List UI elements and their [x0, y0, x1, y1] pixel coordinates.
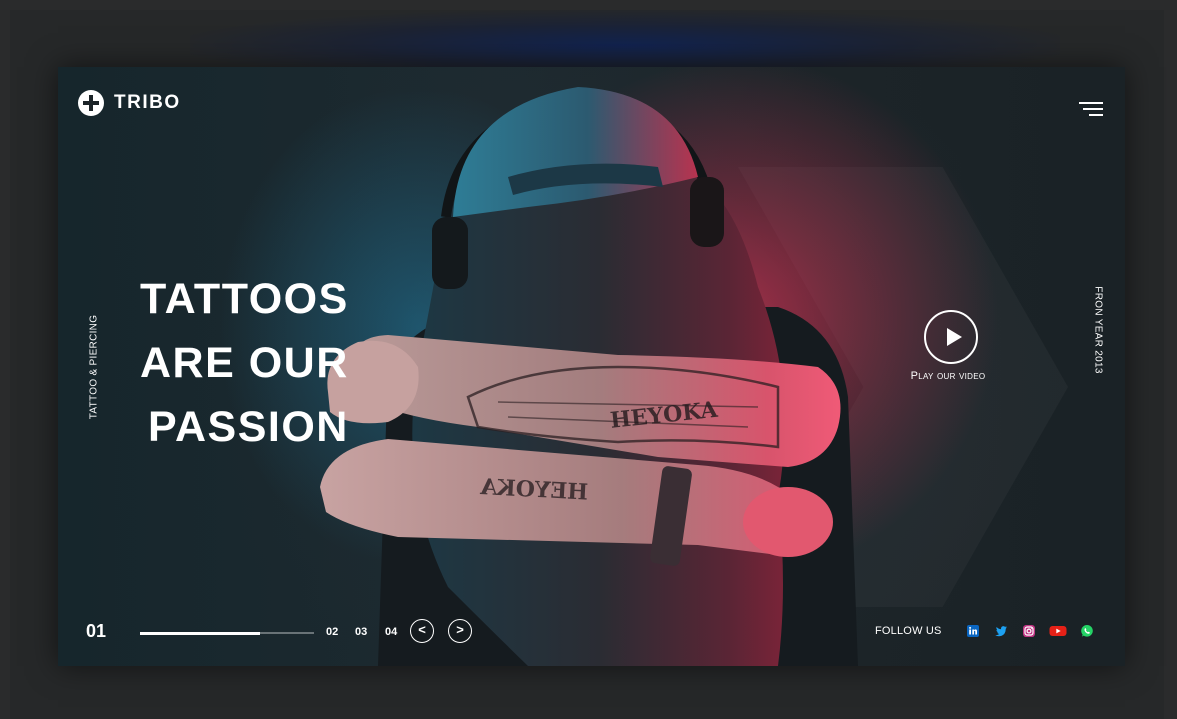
- next-slide-button[interactable]: >: [448, 619, 472, 643]
- hamburger-menu-icon[interactable]: [1079, 102, 1103, 117]
- whatsapp-icon[interactable]: [1080, 624, 1094, 638]
- youtube-icon[interactable]: [1049, 624, 1067, 638]
- brand-logo[interactable]: TRIBO: [78, 90, 181, 116]
- menu-line: [1079, 102, 1103, 104]
- headline-line-2: ARE OUR: [140, 339, 349, 387]
- menu-line: [1089, 114, 1103, 116]
- side-text-tattoo-piercing: TATTOO & PIERCING: [88, 314, 100, 420]
- headline-line-1: TATTOOS: [140, 275, 349, 323]
- twitter-icon[interactable]: [994, 624, 1008, 638]
- hero-section: HEYOKA HEYOKA TRIBO TATTOO & PIERCING FR…: [58, 67, 1125, 666]
- menu-line: [1083, 108, 1103, 110]
- bottom-bar: 01 02 03 04 < > FOLLOW US: [58, 617, 1125, 647]
- headline-line-3: PASSION: [148, 403, 349, 451]
- play-button-icon[interactable]: [924, 310, 978, 364]
- slide-progress-fill: [140, 631, 261, 635]
- prev-slide-button[interactable]: <: [410, 619, 434, 643]
- slide-progress-track: [140, 631, 314, 635]
- hero-headline: TATTOOS ARE OUR PASSION: [140, 267, 349, 459]
- plus-circle-icon: [78, 90, 104, 116]
- instagram-icon[interactable]: [1022, 624, 1036, 638]
- current-slide-number: 01: [86, 621, 107, 641]
- slide-number-02[interactable]: 02: [326, 626, 338, 638]
- play-video-block: Play our video: [896, 310, 1006, 382]
- follow-us-label: FOLLOW US: [875, 625, 942, 637]
- linkedin-icon[interactable]: [966, 624, 980, 638]
- play-video-label[interactable]: Play our video: [890, 370, 1006, 382]
- side-text-year: FRON YEAR 2013: [1092, 286, 1104, 374]
- slide-number-04[interactable]: 04: [385, 626, 397, 638]
- brand-name: TRIBO: [114, 92, 181, 113]
- slide-number-03[interactable]: 03: [355, 626, 367, 638]
